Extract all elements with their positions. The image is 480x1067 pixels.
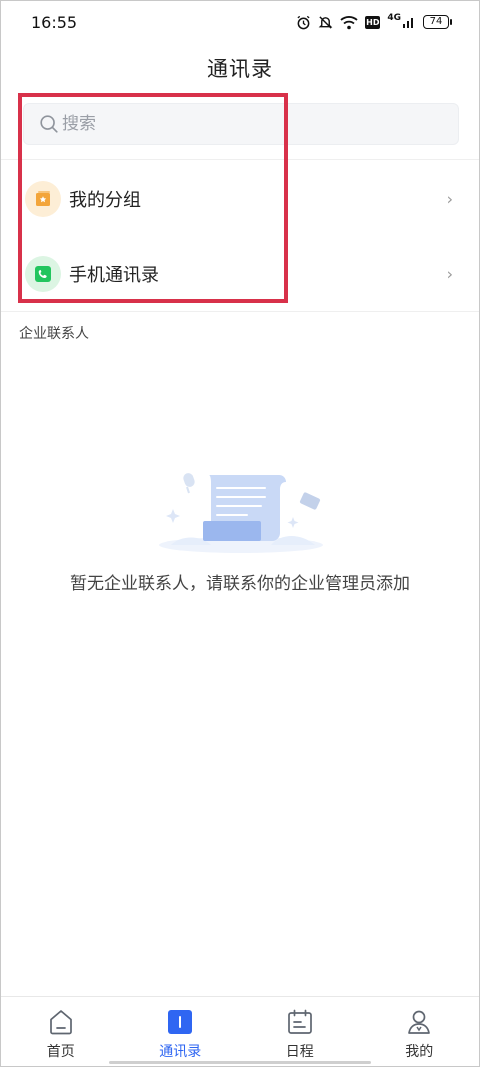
nav-item-schedule[interactable]: 日程 (240, 997, 360, 1066)
list-item-label: 手机通讯录 (69, 265, 159, 286)
bottom-nav: 首页 通讯录 日程 我的 (1, 996, 479, 1066)
status-bar: 16:55 HD 4G 74 (1, 1, 479, 43)
profile-icon (404, 1007, 434, 1037)
divider (1, 311, 479, 312)
wifi-icon (340, 15, 358, 29)
list-item-phone-contacts[interactable]: 手机通讯录 › (1, 244, 479, 304)
list-item-label: 我的分组 (69, 190, 141, 211)
nav-label: 日程 (285, 1044, 314, 1060)
status-time: 16:55 (31, 12, 78, 32)
hd-badge: HD (365, 15, 381, 29)
contacts-icon (165, 1007, 195, 1037)
nav-item-mine[interactable]: 我的 (360, 997, 480, 1066)
mute-bell-icon (318, 15, 333, 29)
nav-label: 我的 (405, 1044, 434, 1060)
signal-icon (403, 18, 413, 28)
empty-state-message: 暂无企业联系人，请联系你的企业管理员添加 (70, 574, 410, 594)
battery-indicator: 74 (423, 15, 452, 29)
group-star-icon (25, 181, 61, 217)
calendar-icon (285, 1007, 315, 1037)
home-indicator (109, 1061, 371, 1064)
chevron-right-icon: › (446, 189, 453, 209)
chevron-right-icon: › (446, 264, 453, 284)
network-type: 4G (387, 13, 401, 23)
search-input[interactable] (62, 114, 442, 134)
search-icon (40, 115, 58, 133)
alarm-icon (297, 15, 310, 29)
divider (1, 159, 479, 160)
list-item-my-groups[interactable]: 我的分组 › (1, 169, 479, 229)
search-box[interactable] (23, 103, 459, 145)
home-icon (46, 1007, 76, 1037)
page-title: 通讯录 (207, 57, 273, 81)
empty-state-illustration (151, 463, 331, 563)
nav-item-contacts[interactable]: 通讯录 (121, 997, 241, 1066)
phone-icon (25, 256, 61, 292)
section-header: 企业联系人 (19, 326, 89, 342)
nav-item-home[interactable]: 首页 (1, 997, 121, 1066)
status-icons: HD 4G 74 (296, 13, 452, 30)
nav-label: 首页 (46, 1044, 75, 1060)
nav-label: 通讯录 (159, 1044, 202, 1060)
